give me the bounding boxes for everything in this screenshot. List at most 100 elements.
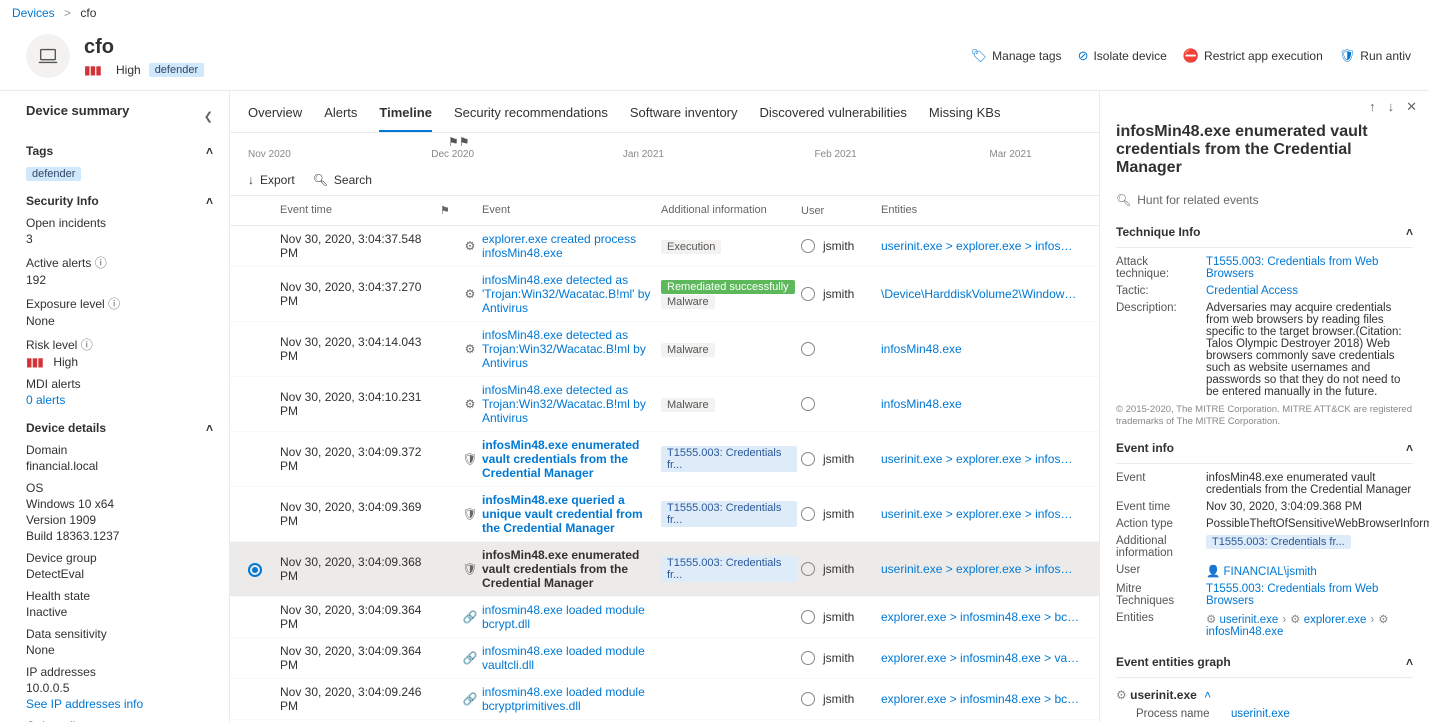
- event-tag[interactable]: Malware: [661, 343, 715, 357]
- entity-link[interactable]: userinit.exe: [1220, 614, 1279, 626]
- event-text[interactable]: infosmin48.exe loaded module bcrypt.dll: [482, 603, 645, 631]
- header-action[interactable]: 🏷Manage tags: [971, 48, 1062, 64]
- mdi-alerts-link[interactable]: 0 alerts: [26, 393, 65, 407]
- gear-icon: ⚙: [458, 397, 482, 411]
- entity-link[interactable]: infosMin48.exe: [1206, 626, 1283, 638]
- event-text[interactable]: infosMin48.exe detected as Trojan:Win32/…: [482, 383, 646, 425]
- event-tag[interactable]: T1555.003: Credentials fr...: [661, 501, 797, 527]
- table-row[interactable]: Nov 30, 2020, 3:04:09.364 PM 🔗 infosmin4…: [230, 638, 1099, 679]
- tab-overview[interactable]: Overview: [248, 99, 302, 132]
- row-user[interactable]: [801, 397, 881, 411]
- row-user[interactable]: jsmith: [801, 562, 881, 576]
- row-entities[interactable]: explorer.exe > infosmin48.exe > bcryptpr…: [881, 692, 1081, 706]
- table-row[interactable]: Nov 30, 2020, 3:04:09.246 PM 🔗 infosmin4…: [230, 679, 1099, 720]
- col-entities[interactable]: Entities: [881, 204, 1081, 217]
- tab-security-recommendations[interactable]: Security recommendations: [454, 99, 608, 132]
- row-entities[interactable]: userinit.exe > explorer.exe > infosMin48…: [881, 507, 1081, 521]
- event-text[interactable]: infosMin48.exe enumerated vault credenti…: [482, 438, 639, 480]
- event-text[interactable]: infosmin48.exe loaded module bcryptprimi…: [482, 685, 645, 713]
- row-entities[interactable]: explorer.exe > infosmin48.exe > bcrypt.d…: [881, 610, 1081, 624]
- table-row[interactable]: Nov 30, 2020, 3:04:37.548 PM ⚙ explorer.…: [230, 226, 1099, 267]
- ip-addresses-link[interactable]: See IP addresses info: [26, 697, 143, 711]
- row-entities[interactable]: \Device\HarddiskVolume2\Windows\explorer: [881, 287, 1081, 301]
- security-info-header[interactable]: Security Info ˄: [26, 194, 213, 208]
- table-row[interactable]: Nov 30, 2020, 3:04:37.270 PM ⚙ infosMin4…: [230, 267, 1099, 322]
- header-action[interactable]: ⊘Isolate device: [1078, 48, 1167, 64]
- chevron-up-icon[interactable]: ˄: [1204, 688, 1211, 702]
- attack-technique-link[interactable]: T1555.003: Credentials from Web Browsers: [1206, 256, 1378, 280]
- entity-link[interactable]: explorer.exe: [1304, 614, 1367, 626]
- mitre-techniques-link[interactable]: T1555.003: Credentials from Web Browsers: [1206, 583, 1378, 607]
- row-entities[interactable]: userinit.exe > explorer.exe > infosMin48…: [881, 239, 1081, 253]
- row-entities[interactable]: explorer.exe > infosmin48.exe > vaultcli…: [881, 651, 1081, 665]
- collapse-panel-icon[interactable]: ❮: [204, 110, 213, 123]
- row-entities[interactable]: infosMin48.exe: [881, 397, 1081, 411]
- col-additional-info[interactable]: Additional information: [661, 204, 801, 217]
- device-details-header[interactable]: Device details ˄: [26, 421, 213, 435]
- event-tag[interactable]: Malware: [661, 398, 715, 412]
- tag-chip[interactable]: defender: [26, 167, 81, 181]
- col-event[interactable]: Event: [482, 204, 661, 217]
- event-tag[interactable]: Execution: [661, 240, 721, 254]
- row-entities[interactable]: infosMin48.exe: [881, 342, 1081, 356]
- header-action[interactable]: 🛡Run antiv: [1339, 48, 1411, 64]
- row-user[interactable]: [801, 342, 881, 356]
- technique-info-header[interactable]: Technique Info˄: [1116, 213, 1413, 248]
- event-info-header[interactable]: Event info˄: [1116, 429, 1413, 464]
- row-entities[interactable]: userinit.exe > explorer.exe > infosMin48…: [881, 562, 1081, 576]
- info-icon[interactable]: ⓘ: [108, 297, 120, 311]
- event-text[interactable]: infosMin48.exe detected as 'Trojan:Win32…: [482, 273, 650, 315]
- timeline-ruler[interactable]: ⚑⚑ Nov 2020 Dec 2020 Jan 2021 Feb 2021 M…: [248, 137, 1081, 165]
- event-text[interactable]: infosMin48.exe queried a unique vault cr…: [482, 493, 643, 535]
- shield-icon: 🛡: [458, 452, 482, 466]
- event-tag[interactable]: T1555.003: Credentials fr...: [661, 446, 797, 472]
- event-text[interactable]: infosMin48.exe detected as Trojan:Win32/…: [482, 328, 646, 370]
- flag-icon[interactable]: ⚑: [440, 204, 458, 217]
- row-user[interactable]: jsmith: [801, 610, 881, 624]
- event-text[interactable]: infosmin48.exe loaded module vaultcli.dl…: [482, 644, 645, 672]
- event-entities-graph-header[interactable]: Event entities graph˄: [1116, 643, 1413, 678]
- search-button[interactable]: 🔍︎Search: [313, 173, 372, 187]
- ruler-tick: Jan 2021: [623, 149, 664, 160]
- col-event-time[interactable]: Event time: [280, 204, 440, 217]
- info-icon[interactable]: ⓘ: [95, 256, 107, 270]
- property-link[interactable]: userinit.exe: [1231, 708, 1290, 720]
- row-user[interactable]: jsmith: [801, 452, 881, 466]
- row-user[interactable]: jsmith: [801, 651, 881, 665]
- event-text[interactable]: explorer.exe created process infosMin48.…: [482, 232, 636, 260]
- table-row[interactable]: Nov 30, 2020, 3:04:10.231 PM ⚙ infosMin4…: [230, 377, 1099, 432]
- tab-alerts[interactable]: Alerts: [324, 99, 357, 132]
- row-entities[interactable]: userinit.exe > explorer.exe > infosMin48…: [881, 452, 1081, 466]
- tab-discovered-vulnerabilities[interactable]: Discovered vulnerabilities: [760, 99, 907, 132]
- user-link[interactable]: FINANCIAL\jsmith: [1224, 566, 1317, 578]
- panel-close-icon[interactable]: ✕: [1406, 99, 1417, 115]
- event-tag[interactable]: Remediated successfully: [661, 280, 795, 294]
- event-tag[interactable]: T1555.003: Credentials fr...: [661, 556, 797, 582]
- breadcrumb-root[interactable]: Devices: [12, 6, 55, 20]
- table-row[interactable]: Nov 30, 2020, 3:04:14.043 PM ⚙ infosMin4…: [230, 322, 1099, 377]
- panel-down-icon[interactable]: ↓: [1388, 99, 1395, 115]
- table-row[interactable]: Nov 30, 2020, 3:04:09.364 PM 🔗 infosmin4…: [230, 597, 1099, 638]
- row-user[interactable]: jsmith: [801, 692, 881, 706]
- info-icon[interactable]: ⓘ: [81, 338, 93, 352]
- tags-section-header[interactable]: Tags ˄: [26, 144, 213, 158]
- export-button[interactable]: ↓Export: [248, 173, 295, 187]
- row-user[interactable]: jsmith: [801, 507, 881, 521]
- tactic-link[interactable]: Credential Access: [1206, 285, 1298, 297]
- row-user[interactable]: jsmith: [801, 287, 881, 301]
- event-tag[interactable]: Malware: [661, 295, 715, 309]
- table-row[interactable]: Nov 30, 2020, 3:04:09.369 PM 🛡 infosMin4…: [230, 487, 1099, 542]
- tab-timeline[interactable]: Timeline: [379, 99, 432, 132]
- table-row[interactable]: Nov 30, 2020, 3:04:09.368 PM 🛡 infosMin4…: [230, 542, 1099, 597]
- row-user[interactable]: jsmith: [801, 239, 881, 253]
- panel-up-icon[interactable]: ↑: [1369, 99, 1376, 115]
- device-tag[interactable]: defender: [149, 63, 204, 77]
- header-action[interactable]: ⛔Restrict app execution: [1183, 48, 1323, 64]
- entity-tree-node[interactable]: ⚙ userinit.exe ˄: [1116, 686, 1413, 704]
- tab-missing-kbs[interactable]: Missing KBs: [929, 99, 1001, 132]
- tab-software-inventory[interactable]: Software inventory: [630, 99, 738, 132]
- additional-info-tag[interactable]: T1555.003: Credentials fr...: [1206, 535, 1351, 549]
- table-row[interactable]: Nov 30, 2020, 3:04:09.372 PM 🛡 infosMin4…: [230, 432, 1099, 487]
- hunt-related-events[interactable]: 🔍︎Hunt for related events: [1100, 187, 1429, 213]
- col-user[interactable]: User: [801, 204, 881, 217]
